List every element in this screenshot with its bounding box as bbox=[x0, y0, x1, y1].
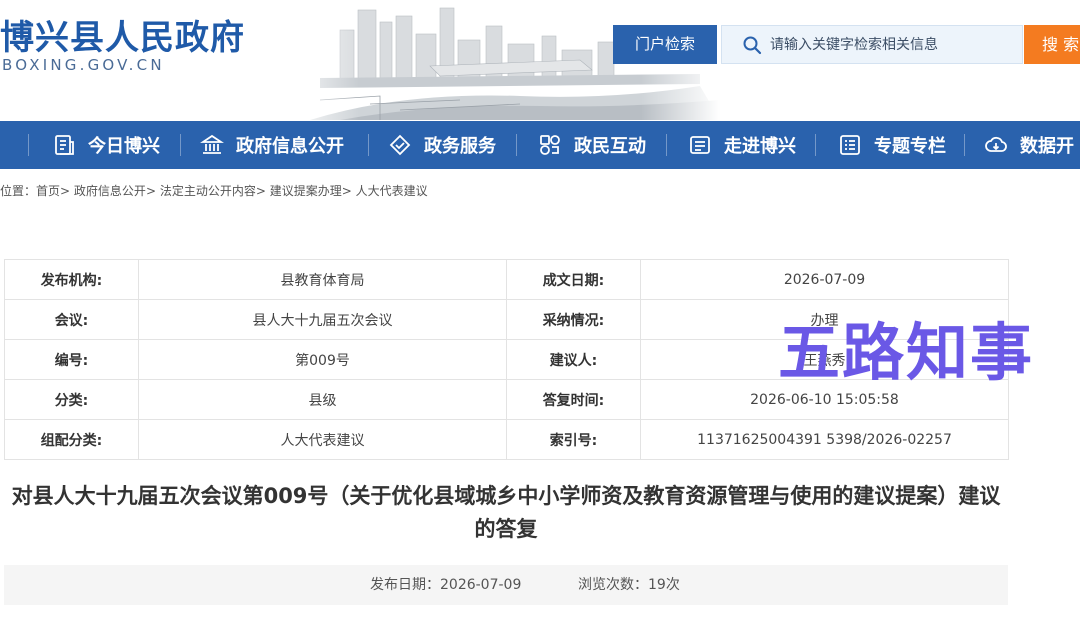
nav-item-open-data[interactable]: 数据开 bbox=[984, 121, 1074, 169]
label-adoption-status: 采纳情况: bbox=[506, 299, 641, 340]
nav-separator bbox=[368, 134, 369, 156]
nav-item-today-boxing[interactable]: 今日博兴 bbox=[52, 121, 160, 169]
site-header: 博兴县人民政府 BOXING.GOV.CN 门户检索 搜 索 bbox=[0, 0, 1080, 120]
value-meeting: 县人大十九届五次会议 bbox=[138, 299, 507, 340]
nav-item-public-interaction[interactable]: 政民互动 bbox=[538, 121, 646, 169]
interaction-icon bbox=[540, 135, 560, 155]
nav-separator bbox=[180, 134, 181, 156]
id-card-icon bbox=[690, 136, 710, 154]
breadcrumb-item-npc-suggestions[interactable]: 人大代表建议 bbox=[356, 184, 428, 198]
breadcrumb-separator: > bbox=[145, 184, 156, 198]
label-number: 编号: bbox=[4, 339, 139, 380]
watermark-text: 五路知事 bbox=[778, 316, 1035, 389]
nav-item-label: 今日博兴 bbox=[88, 136, 160, 157]
nav-item-label: 专题专栏 bbox=[874, 136, 946, 157]
breadcrumb-item-proposals[interactable]: 建议提案办理 bbox=[270, 184, 342, 198]
breadcrumb-separator: > bbox=[255, 184, 266, 198]
value-assigned-category: 人大代表建议 bbox=[138, 419, 507, 460]
nav-separator bbox=[28, 134, 29, 156]
nav-item-label: 走进博兴 bbox=[724, 136, 796, 157]
nav-item-special-topics[interactable]: 专题专栏 bbox=[838, 121, 946, 169]
portal-search-button[interactable]: 门户检索 bbox=[613, 25, 717, 64]
list-icon bbox=[840, 135, 860, 155]
label-index-number: 索引号: bbox=[506, 419, 641, 460]
search-input[interactable] bbox=[770, 26, 1020, 63]
label-proposer: 建议人: bbox=[506, 339, 641, 380]
view-count-label: 浏览次数： bbox=[578, 577, 648, 593]
value-number: 第009号 bbox=[138, 339, 507, 380]
government-building-icon bbox=[200, 134, 224, 154]
view-count-value: 19次 bbox=[648, 577, 680, 593]
breadcrumb-item-statutory-content[interactable]: 法定主动公开内容 bbox=[160, 184, 256, 198]
publish-date-label: 发布日期： bbox=[370, 577, 440, 593]
cloud-download-icon bbox=[985, 136, 1007, 152]
breadcrumb-item-gov-info[interactable]: 政府信息公开 bbox=[74, 184, 146, 198]
nav-separator bbox=[815, 134, 816, 156]
breadcrumb-item-home[interactable]: 首页 bbox=[36, 184, 60, 198]
nav-item-explore-boxing[interactable]: 走进博兴 bbox=[688, 121, 796, 169]
view-count: 浏览次数：19次 bbox=[578, 565, 680, 605]
nav-item-gov-services[interactable]: 政务服务 bbox=[388, 121, 496, 169]
breadcrumb-separator: > bbox=[60, 184, 71, 198]
search-submit-button[interactable]: 搜 索 bbox=[1024, 25, 1080, 64]
label-meeting: 会议: bbox=[4, 299, 139, 340]
site-title[interactable]: 博兴县人民政府 bbox=[0, 10, 245, 59]
label-publishing-agency: 发布机构: bbox=[4, 259, 139, 300]
article-title: 对县人大十九届五次会议第009号（关于优化县域城乡中小学师资及教育资源管理与使用… bbox=[11, 484, 1001, 541]
breadcrumb-prefix: 位置： bbox=[0, 184, 37, 198]
nav-separator bbox=[666, 134, 667, 156]
label-category: 分类: bbox=[4, 379, 139, 420]
value-publishing-agency: 县教育体育局 bbox=[138, 259, 507, 300]
breadcrumb: 位置：首页> 政府信息公开> 法定主动公开内容> 建议提案办理> 人大代表建议 bbox=[0, 182, 428, 199]
label-document-date: 成文日期: bbox=[506, 259, 641, 300]
publish-date: 发布日期：2026-07-09 bbox=[370, 565, 521, 605]
search-box bbox=[721, 25, 1023, 64]
nav-separator bbox=[516, 134, 517, 156]
nav-separator bbox=[964, 134, 965, 156]
table-row: 发布机构: 县教育体育局 成文日期: 2026-07-09 bbox=[4, 259, 1009, 300]
article-meta-bar: 发布日期：2026-07-09 浏览次数：19次 bbox=[4, 565, 1008, 605]
document-icon bbox=[55, 135, 74, 155]
label-reply-time: 答复时间: bbox=[506, 379, 641, 420]
main-nav: 今日博兴 政府信息公开 政务服务 政民互动 走进博兴 专题专栏 数据开 bbox=[0, 121, 1080, 169]
table-row: 组配分类: 人大代表建议 索引号: 11371625004391 5398/20… bbox=[4, 419, 1009, 460]
site-domain: BOXING.GOV.CN bbox=[2, 56, 165, 74]
nav-item-label: 政府信息公开 bbox=[236, 136, 344, 157]
value-index-number: 11371625004391 5398/2026-02257 bbox=[640, 419, 1009, 460]
breadcrumb-separator: > bbox=[341, 184, 352, 198]
nav-item-label: 政务服务 bbox=[424, 136, 496, 157]
nav-item-label: 政民互动 bbox=[574, 136, 646, 157]
label-assigned-category: 组配分类: bbox=[4, 419, 139, 460]
handshake-icon bbox=[389, 134, 411, 156]
value-document-date: 2026-07-09 bbox=[640, 259, 1009, 300]
publish-date-value: 2026-07-09 bbox=[440, 577, 522, 593]
value-category: 县级 bbox=[138, 379, 507, 420]
nav-item-gov-info-disclosure[interactable]: 政府信息公开 bbox=[200, 121, 344, 169]
search-icon bbox=[743, 36, 762, 55]
nav-item-label: 数据开 bbox=[1020, 136, 1074, 157]
